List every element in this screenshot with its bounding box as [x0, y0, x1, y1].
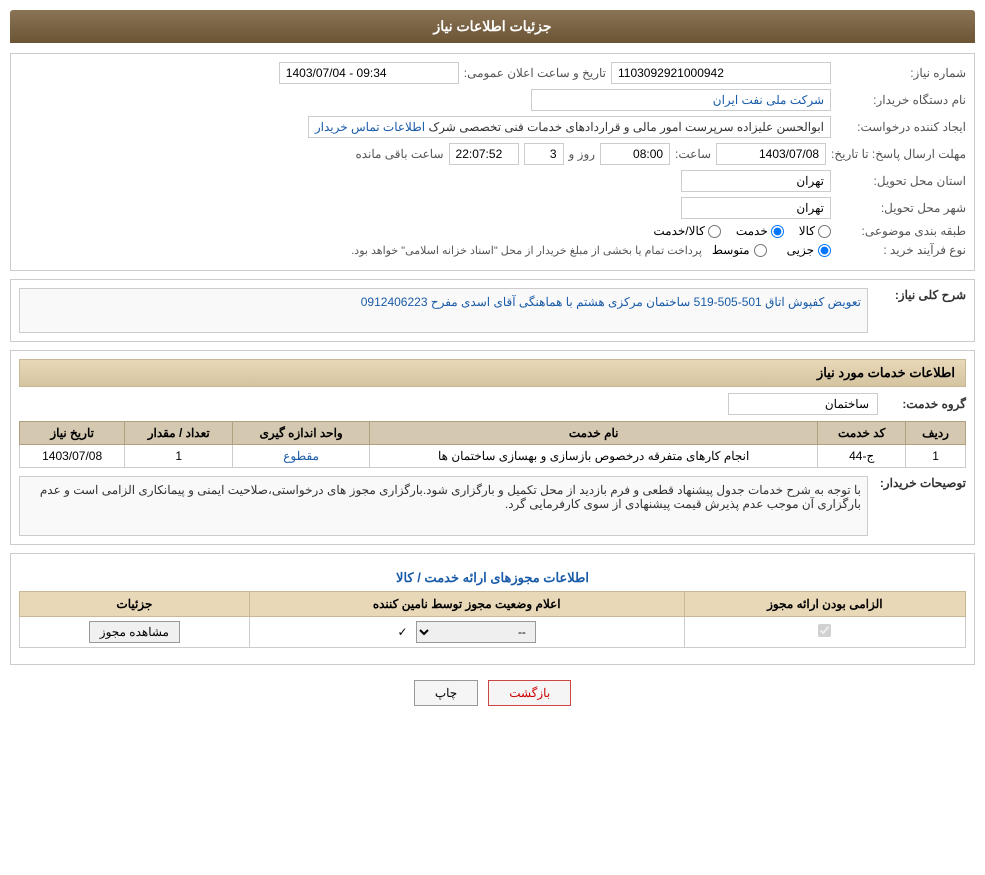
- process-radio-group: جزیی متوسط: [712, 243, 831, 257]
- service-table: ردیف کد خدمت نام خدمت واحد اندازه گیری ت…: [19, 421, 966, 468]
- table-row: 1 ج-44 انجام کارهای متفرقه درخصوص بازساز…: [20, 445, 966, 468]
- process-partial-radio[interactable]: [818, 244, 831, 257]
- buyer-notes-row: توصیحات خریدار: با توجه به شرح خدمات جدو…: [19, 476, 966, 536]
- col-service-name: نام خدمت: [370, 422, 818, 445]
- footer-buttons: بازگشت چاپ: [10, 680, 975, 706]
- col-unit: واحد اندازه گیری: [233, 422, 370, 445]
- need-number-value: 1103092921000942: [611, 62, 831, 84]
- category-label: طبقه بندی موضوعی:: [836, 224, 966, 238]
- process-partial-option[interactable]: جزیی: [787, 243, 831, 257]
- permit-col-details: جزئیات: [20, 592, 250, 617]
- time-label: ساعت:: [675, 147, 711, 161]
- permit-required-checkbox: [818, 624, 831, 637]
- permit-col-required: الزامی بودن ارائه مجوز: [684, 592, 965, 617]
- process-partial-label: جزیی: [787, 243, 814, 257]
- col-service-code: کد خدمت: [818, 422, 906, 445]
- city-label: شهر محل تحویل:: [836, 201, 966, 215]
- cell-service-code: ج-44: [818, 445, 906, 468]
- cell-date: 1403/07/08: [20, 445, 125, 468]
- requester-contact-link[interactable]: اطلاعات تماس خریدار: [315, 120, 425, 134]
- hours-remaining-value: 22:07:52: [449, 143, 519, 165]
- cell-unit: مقطوع: [233, 445, 370, 468]
- category-goods-service-option[interactable]: کالا/خدمت: [653, 224, 720, 238]
- days-value: 3: [524, 143, 564, 165]
- page-header: جزئیات اطلاعات نیاز: [10, 10, 975, 43]
- category-goods-service-label: کالا/خدمت: [653, 224, 704, 238]
- category-service-label: خدمت: [736, 224, 768, 238]
- buyer-notes-label: توصیحات خریدار:: [876, 476, 966, 490]
- col-row-num: ردیف: [906, 422, 966, 445]
- permit-row: -- ✓ مشاهده مجوز: [20, 617, 966, 648]
- service-info-section: اطلاعات خدمات مورد نیاز گروه خدمت: ساختم…: [10, 350, 975, 545]
- category-service-radio[interactable]: [771, 225, 784, 238]
- process-label: نوع فرآیند خرید :: [836, 243, 966, 257]
- need-number-label: شماره نیاز:: [836, 66, 966, 80]
- city-value: تهران: [681, 197, 831, 219]
- group-row: گروه خدمت: ساختمان: [19, 393, 966, 415]
- category-service-option[interactable]: خدمت: [736, 224, 784, 238]
- permit-section: اطلاعات مجوزهای ارائه خدمت / کالا الزامی…: [10, 553, 975, 665]
- buyer-org-value: شرکت ملی نفت ایران: [531, 89, 831, 111]
- process-medium-option[interactable]: متوسط: [712, 243, 767, 257]
- category-goods-radio[interactable]: [818, 225, 831, 238]
- page-title: جزئیات اطلاعات نیاز: [433, 18, 551, 34]
- permit-status-cell[interactable]: -- ✓: [249, 617, 684, 648]
- group-label: گروه خدمت:: [886, 397, 966, 411]
- permit-status-select[interactable]: --: [416, 621, 536, 643]
- hours-remaining-label: ساعت باقی مانده: [355, 147, 443, 161]
- buyer-org-label: نام دستگاه خریدار:: [836, 93, 966, 107]
- cell-service-name: انجام کارهای متفرقه درخصوص بازسازی و بهس…: [370, 445, 818, 468]
- col-quantity: تعداد / مقدار: [125, 422, 233, 445]
- permit-section-title: اطلاعات مجوزهای ارائه خدمت / کالا: [19, 570, 966, 586]
- category-goods-option[interactable]: کالا: [799, 224, 831, 238]
- col-date: تاریخ نیاز: [20, 422, 125, 445]
- category-goods-service-radio[interactable]: [708, 225, 721, 238]
- buyer-notes-text: با توجه به شرح خدمات جدول پیشنهاد قطعی و…: [19, 476, 868, 536]
- needs-description: تعویض کفپوش اتاق 501-505-519 ساختمان مرک…: [19, 288, 868, 333]
- reply-date-value: 1403/07/08: [716, 143, 826, 165]
- province-label: استان محل تحویل:: [836, 174, 966, 188]
- view-permit-button[interactable]: مشاهده مجوز: [89, 621, 180, 643]
- process-medium-radio[interactable]: [754, 244, 767, 257]
- back-button[interactable]: بازگشت: [488, 680, 571, 706]
- cell-row-num: 1: [906, 445, 966, 468]
- group-value: ساختمان: [728, 393, 878, 415]
- reply-deadline-label: مهلت ارسال پاسخ: تا تاریخ:: [831, 147, 966, 161]
- process-options-row: جزیی متوسط پرداخت تمام یا بخشی از مبلغ خ…: [351, 243, 831, 257]
- requester-text: ابوالحسن علیزاده سرپرست امور مالی و قرار…: [428, 120, 824, 134]
- time-value: 08:00: [600, 143, 670, 165]
- public-announce-value: 1403/07/04 - 09:34: [279, 62, 459, 84]
- permit-details-cell[interactable]: مشاهده مجوز: [20, 617, 250, 648]
- days-label: روز و: [569, 147, 596, 161]
- requester-value: ابوالحسن علیزاده سرپرست امور مالی و قرار…: [308, 116, 831, 138]
- permit-table: الزامی بودن ارائه مجوز اعلام وضعیت مجوز …: [19, 591, 966, 648]
- cell-quantity: 1: [125, 445, 233, 468]
- permit-required-cell: [684, 617, 965, 648]
- requester-label: ایجاد کننده درخواست:: [836, 120, 966, 134]
- print-button[interactable]: چاپ: [414, 680, 478, 706]
- service-section-title: اطلاعات خدمات مورد نیاز: [19, 359, 966, 387]
- permit-col-status: اعلام وضعیت مجوز توسط نامین کننده: [249, 592, 684, 617]
- process-note: پرداخت تمام یا بخشی از مبلغ خریدار از مح…: [351, 244, 702, 257]
- category-goods-label: کالا: [799, 224, 815, 238]
- needs-title: شرح کلی نیاز:: [876, 288, 966, 302]
- public-announce-label: تاریخ و ساعت اعلان عمومی:: [464, 66, 606, 80]
- process-medium-label: متوسط: [712, 243, 750, 257]
- category-radio-group: کالا/خدمت خدمت کالا: [653, 224, 831, 238]
- needs-section: شرح کلی نیاز: تعویض کفپوش اتاق 501-505-5…: [10, 279, 975, 342]
- province-value: تهران: [681, 170, 831, 192]
